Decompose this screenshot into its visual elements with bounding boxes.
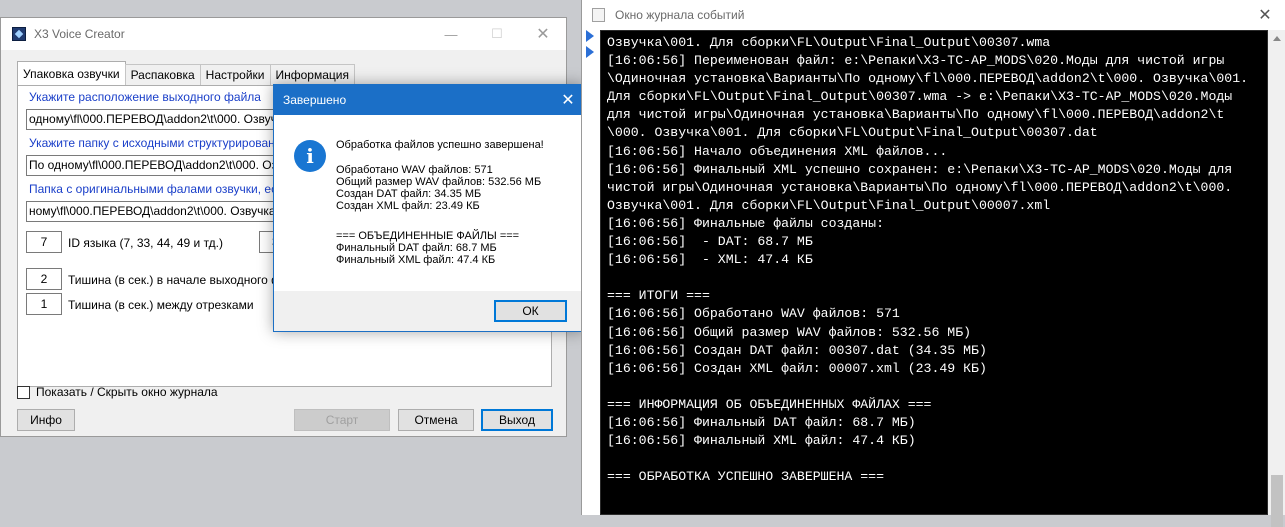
original-folder-field[interactable]: ному\fl\000.ПЕРЕВОД\addon2\t\000. Озвучк… — [26, 201, 286, 222]
tab-settings[interactable]: Настройки — [199, 64, 271, 85]
start-button: Старт — [294, 409, 390, 431]
log-line: [16:06:56] Обработано WAV файлов: 571 — [607, 306, 900, 322]
dialog-merged-line: Финальный XML файл: 47.4 КБ — [336, 254, 496, 266]
log-line: [16:06:56] Финальный DAT файл: 68.7 МБ) — [607, 414, 916, 430]
output-location-link[interactable]: Укажите расположение выходного файла — [29, 90, 261, 104]
window-controls: — ☐ ✕ — [428, 18, 566, 50]
dialog-stat: Создан XML файл: 23.49 КБ — [336, 200, 480, 212]
log-line: [16:06:56] Финальный XML файл: 47.4 КБ) — [607, 433, 916, 449]
log-line: [16:06:56] Создан XML файл: 00007.xml (2… — [607, 360, 987, 376]
dialog-footer: ОК — [274, 291, 583, 331]
log-line: для чистой игры\Одиночная установка\Вари… — [607, 107, 1225, 123]
completed-dialog: Завершено ✕ i Обработка файлов успешно з… — [273, 84, 584, 332]
show-log-label[interactable]: Показать / Скрыть окно журнала — [36, 385, 218, 399]
arrow-right-icon — [586, 30, 594, 42]
output-path-field[interactable]: одному\fl\000.ПЕРЕВОД\addon2\t\000. Озву… — [26, 109, 286, 130]
log-line: [16:06:56] Финальные файлы созданы: — [607, 215, 884, 231]
scroll-up-icon[interactable] — [1273, 36, 1281, 41]
silence-between-field[interactable]: 1 — [26, 293, 62, 315]
dialog-message: Обработка файлов успешно завершена! — [336, 139, 544, 151]
dialog-title: Завершено — [283, 93, 347, 107]
source-folder-field[interactable]: По одному\fl\000.ПЕРЕВОД\addon2\t\000. О… — [26, 155, 286, 176]
arrow-right-icon — [586, 46, 594, 58]
info-icon: i — [294, 140, 326, 172]
log-line: \Одиночная установка\Варианты\По одному\… — [607, 71, 1249, 87]
log-line: [16:06:56] - DAT: 68.7 МБ — [607, 234, 813, 250]
tab-unpack[interactable]: Распаковка — [124, 64, 201, 85]
dialog-close-icon[interactable]: ✕ — [553, 85, 583, 115]
tab-strip: Упаковка озвучки Распаковка Настройки Ин… — [17, 61, 355, 85]
log-text-area[interactable]: Озвучка\001. Для сборки\FL\Output\Final_… — [600, 30, 1268, 515]
cancel-button[interactable]: Отмена — [398, 409, 474, 431]
log-line: Озвучка\001. Для сборки\FL\Output\Final_… — [607, 35, 1051, 50]
side-strip — [582, 30, 600, 515]
exit-button[interactable]: Выход — [481, 409, 553, 431]
app-logo-icon — [12, 27, 26, 41]
log-window: Окно журнала событий ✕ Озвучка\001. Для … — [581, 0, 1285, 527]
log-line: Для сборки\FL\Output\Final_Output\00307.… — [607, 89, 1233, 105]
dialog-titlebar[interactable]: Завершено ✕ — [274, 85, 583, 115]
tab-pack-voice[interactable]: Упаковка озвучки — [17, 61, 126, 85]
log-scrollbar[interactable] — [1268, 30, 1285, 527]
show-log-checkbox[interactable] — [17, 386, 30, 399]
log-window-title: Окно журнала событий — [615, 8, 745, 22]
log-line: чистой игры\Одиночная установка\Варианты… — [607, 179, 1233, 195]
log-close-icon[interactable]: ✕ — [1245, 0, 1285, 30]
tab-info[interactable]: Информация — [269, 64, 355, 85]
main-titlebar[interactable]: X3 Voice Creator — ☐ ✕ — [1, 18, 566, 50]
language-id-field[interactable]: 7 — [26, 231, 62, 253]
log-window-icon — [592, 8, 605, 22]
log-line: === ОБРАБОТКА УСПЕШНО ЗАВЕРШЕНА === — [607, 469, 884, 485]
log-line: === ИНФОРМАЦИЯ ОБ ОБЪЕДИНЕННЫХ ФАЙЛАХ ==… — [607, 396, 932, 412]
log-line: [16:06:56] Начало объединения XML файлов… — [607, 143, 948, 159]
log-line: [16:06:56] Финальный XML успешно сохране… — [607, 161, 1233, 177]
log-line: \000. Озвучка\001. Для сборки\FL\Output\… — [607, 125, 1098, 141]
log-line: [16:06:56] Общий размер WAV файлов: 532.… — [607, 324, 972, 340]
log-line: [16:06:56] Создан DAT файл: 00307.dat (3… — [607, 342, 987, 358]
silence-between-label: Тишина (в сек.) между отрезками — [68, 298, 254, 312]
log-line: [16:06:56] Переименован файл: e:\Репаки\… — [607, 53, 1225, 69]
minimize-icon[interactable]: — — [428, 18, 474, 50]
close-icon[interactable]: ✕ — [520, 18, 566, 50]
ok-button[interactable]: ОК — [494, 300, 567, 322]
log-titlebar[interactable]: Окно журнала событий ✕ — [582, 0, 1285, 30]
language-id-label: ID языка (7, 33, 44, 49 и тд.) — [68, 236, 223, 250]
main-window-title: X3 Voice Creator — [34, 27, 125, 41]
log-line: === ИТОГИ === — [607, 288, 710, 304]
info-button[interactable]: Инфо — [17, 409, 75, 431]
silence-start-field[interactable]: 2 — [26, 268, 62, 290]
scrollbar-thumb[interactable] — [1271, 475, 1283, 527]
log-line: Озвучка\001. Для сборки\FL\Output\Final_… — [607, 197, 1051, 213]
maximize-icon: ☐ — [491, 26, 503, 41]
log-line: [16:06:56] - XML: 47.4 КБ — [607, 252, 813, 268]
